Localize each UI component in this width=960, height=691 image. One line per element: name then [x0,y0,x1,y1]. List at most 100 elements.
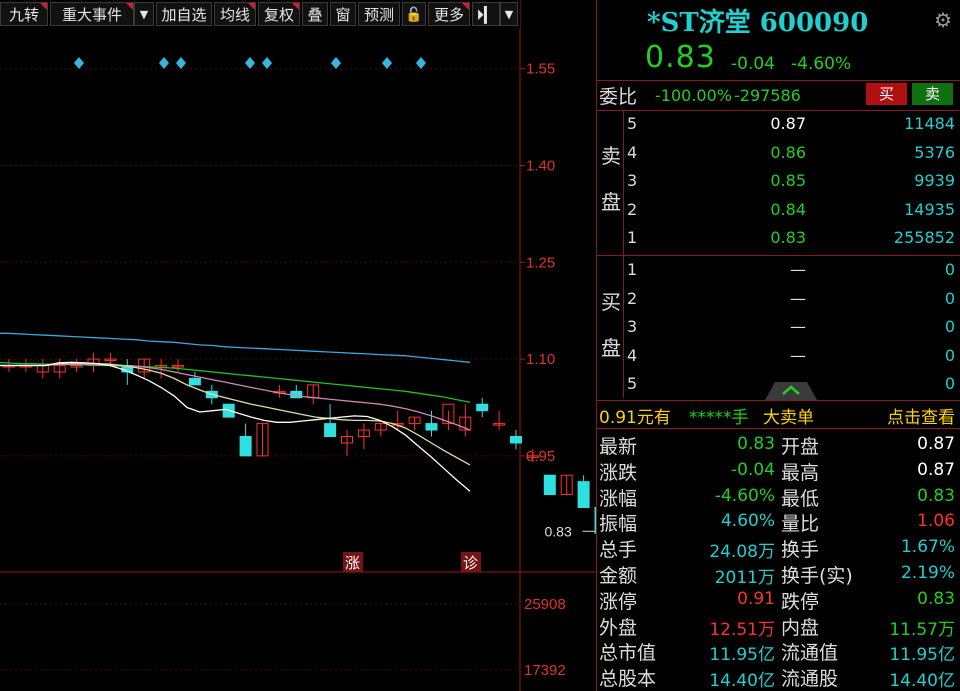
quote-value: 14.40亿 [889,671,955,691]
window-button[interactable]: 窗 [330,2,356,26]
big-order-ticker[interactable]: 0.91元有 *****手 大卖单 点击查看 [597,400,960,428]
bid-level: 5 [627,374,638,393]
event-marker-icon [74,57,84,69]
last-price-label: 0.83 [545,523,572,539]
buy-button[interactable]: 买 [866,83,907,105]
major-events-button[interactable]: 重大事件 [50,2,134,26]
bid-volume: 0 [944,345,955,365]
jiuzhuan-label: 九转 [8,6,39,24]
limit-up-badge-label: 涨 [345,554,360,572]
chevron-down-icon: ▼ [504,8,514,21]
candle-body [577,481,590,508]
ask-row[interactable]: 2 0.84 14935 [625,196,960,224]
buy-side-char: 买 [601,290,621,314]
bid-level: 4 [627,345,638,365]
bid-price: — [790,317,806,336]
step-dropdown[interactable]: ▼ [500,2,518,26]
adjust-button[interactable]: 复权 [258,2,300,26]
ma-button[interactable]: 均线 [214,2,256,26]
bid-row[interactable]: 4 — 0 [625,342,960,370]
quote-row: 外盘 12.51万 内盘 11.57万 [597,611,960,640]
quote-row: 总市值 11.95亿 流通值 11.95亿 [597,636,960,665]
lock-button[interactable]: 🔓 [402,2,426,26]
quote-value: 1.06 [917,511,955,532]
volume-axis-label: 25908 [524,596,566,613]
volume-axis-label: 17392 [524,662,566,679]
stock-name[interactable]: *ST济堂 600090 [647,2,868,39]
view-details-link[interactable]: 点击查看 [887,403,955,428]
more-button[interactable]: 更多 [428,2,470,26]
quote-value: 1.67% [900,537,955,558]
ask-price: 0.85 [770,171,806,190]
sell-side-label: 卖 盘 [599,146,623,212]
add-favorite-button[interactable]: 加自选 [156,2,212,26]
price-change-pct: -4.60% [791,54,852,74]
bid-price: — [790,345,806,365]
candle-body [239,436,252,457]
collapse-handle[interactable] [757,380,825,400]
window-label: 窗 [335,6,351,24]
price-axis-label: 1.25 [526,254,555,271]
candle-body [510,436,522,444]
major-events-label: 重大事件 [61,6,122,24]
quote-value: 0.91 [737,588,775,609]
lock-icon: 🔓 [405,7,423,23]
big-order-price: 0.91元有 [599,408,671,428]
ask-level: 1 [627,228,638,247]
quote-row: 涨幅 -4.60% 最低 0.83 [597,482,960,510]
quote-value: 0.83 [917,588,955,609]
bid-row[interactable]: 3 — 0 [625,313,960,341]
quote-value: 4.60% [720,511,775,532]
step-button[interactable]: ⏵▎ [472,2,500,26]
kline-chart[interactable]: 1.55 1.40 1.25 1.10 0.95 25908 17392 0.83 涨诊 [0,0,596,691]
quote-value: 0.83 [737,434,775,454]
event-marker-icon [176,57,186,69]
divider [623,256,624,398]
quote-panel: *ST济堂 600090 ⚙ 0.83 -0.04 -4.60% 委比 -100… [596,0,960,691]
ask-level: 5 [627,114,638,133]
event-marker-icon [245,57,255,69]
bid-volume: 0 [944,288,955,308]
bid-row[interactable]: 2 — 0 [625,285,960,313]
divider [597,428,960,429]
kline-svg[interactable]: 1.551.401.251.100.9525908173920.83涨诊 [0,0,596,691]
ask-volume: 9939 [914,171,955,190]
price-change: -0.04 [731,54,775,74]
sell-side-char: 卖 [601,144,621,168]
ask-row[interactable]: 4 0.86 5376 [625,139,960,167]
bid-level: 2 [627,288,638,308]
ma-label: 均线 [219,6,250,24]
ask-level: 2 [627,199,638,219]
ask-row[interactable]: 3 0.85 9939 [625,167,960,195]
ask-price: 0.86 [770,142,806,162]
ask-price: 0.83 [770,228,806,247]
moving-average-line [0,361,471,403]
overlay-button[interactable]: 叠 [302,2,328,26]
event-marker-icon [416,57,426,69]
current-price: 0.83 [645,40,716,75]
chart-toolbar: 九转 重大事件 ▼ 加自选 均线 复权 叠 窗 预测 🔓 更多 ⏵▎ ▼ [0,0,520,29]
major-events-dropdown[interactable]: ▼ [134,2,154,26]
quote-value: 0.83 [917,485,955,506]
quote-value: 0.87 [917,459,955,480]
forecast-button[interactable]: 预测 [358,2,400,26]
webi-value: -100.00% [655,86,732,105]
ask-price: 0.84 [770,199,806,219]
ask-row[interactable]: 1 0.83 255852 [625,224,960,252]
event-marker-icon [159,57,169,69]
candle-body [425,423,438,431]
ask-level: 4 [627,142,638,162]
price-axis-label: 1.10 [526,351,555,368]
sell-button[interactable]: 卖 [912,83,953,105]
divider [623,110,624,255]
ask-volume: 11484 [904,114,955,133]
gear-icon[interactable]: ⚙ [934,8,952,32]
bid-row[interactable]: 1 — 0 [625,256,960,284]
jiuzhuan-button[interactable]: 九转 [0,2,48,26]
sell-side-char: 盘 [601,190,621,214]
ask-row[interactable]: 5 0.87 11484 [625,110,960,138]
quote-value: -4.60% [714,485,775,506]
webi-diff: -297586 [734,86,801,105]
event-marker-icon [262,57,272,69]
diagnosis-badge-label: 诊 [463,554,478,572]
